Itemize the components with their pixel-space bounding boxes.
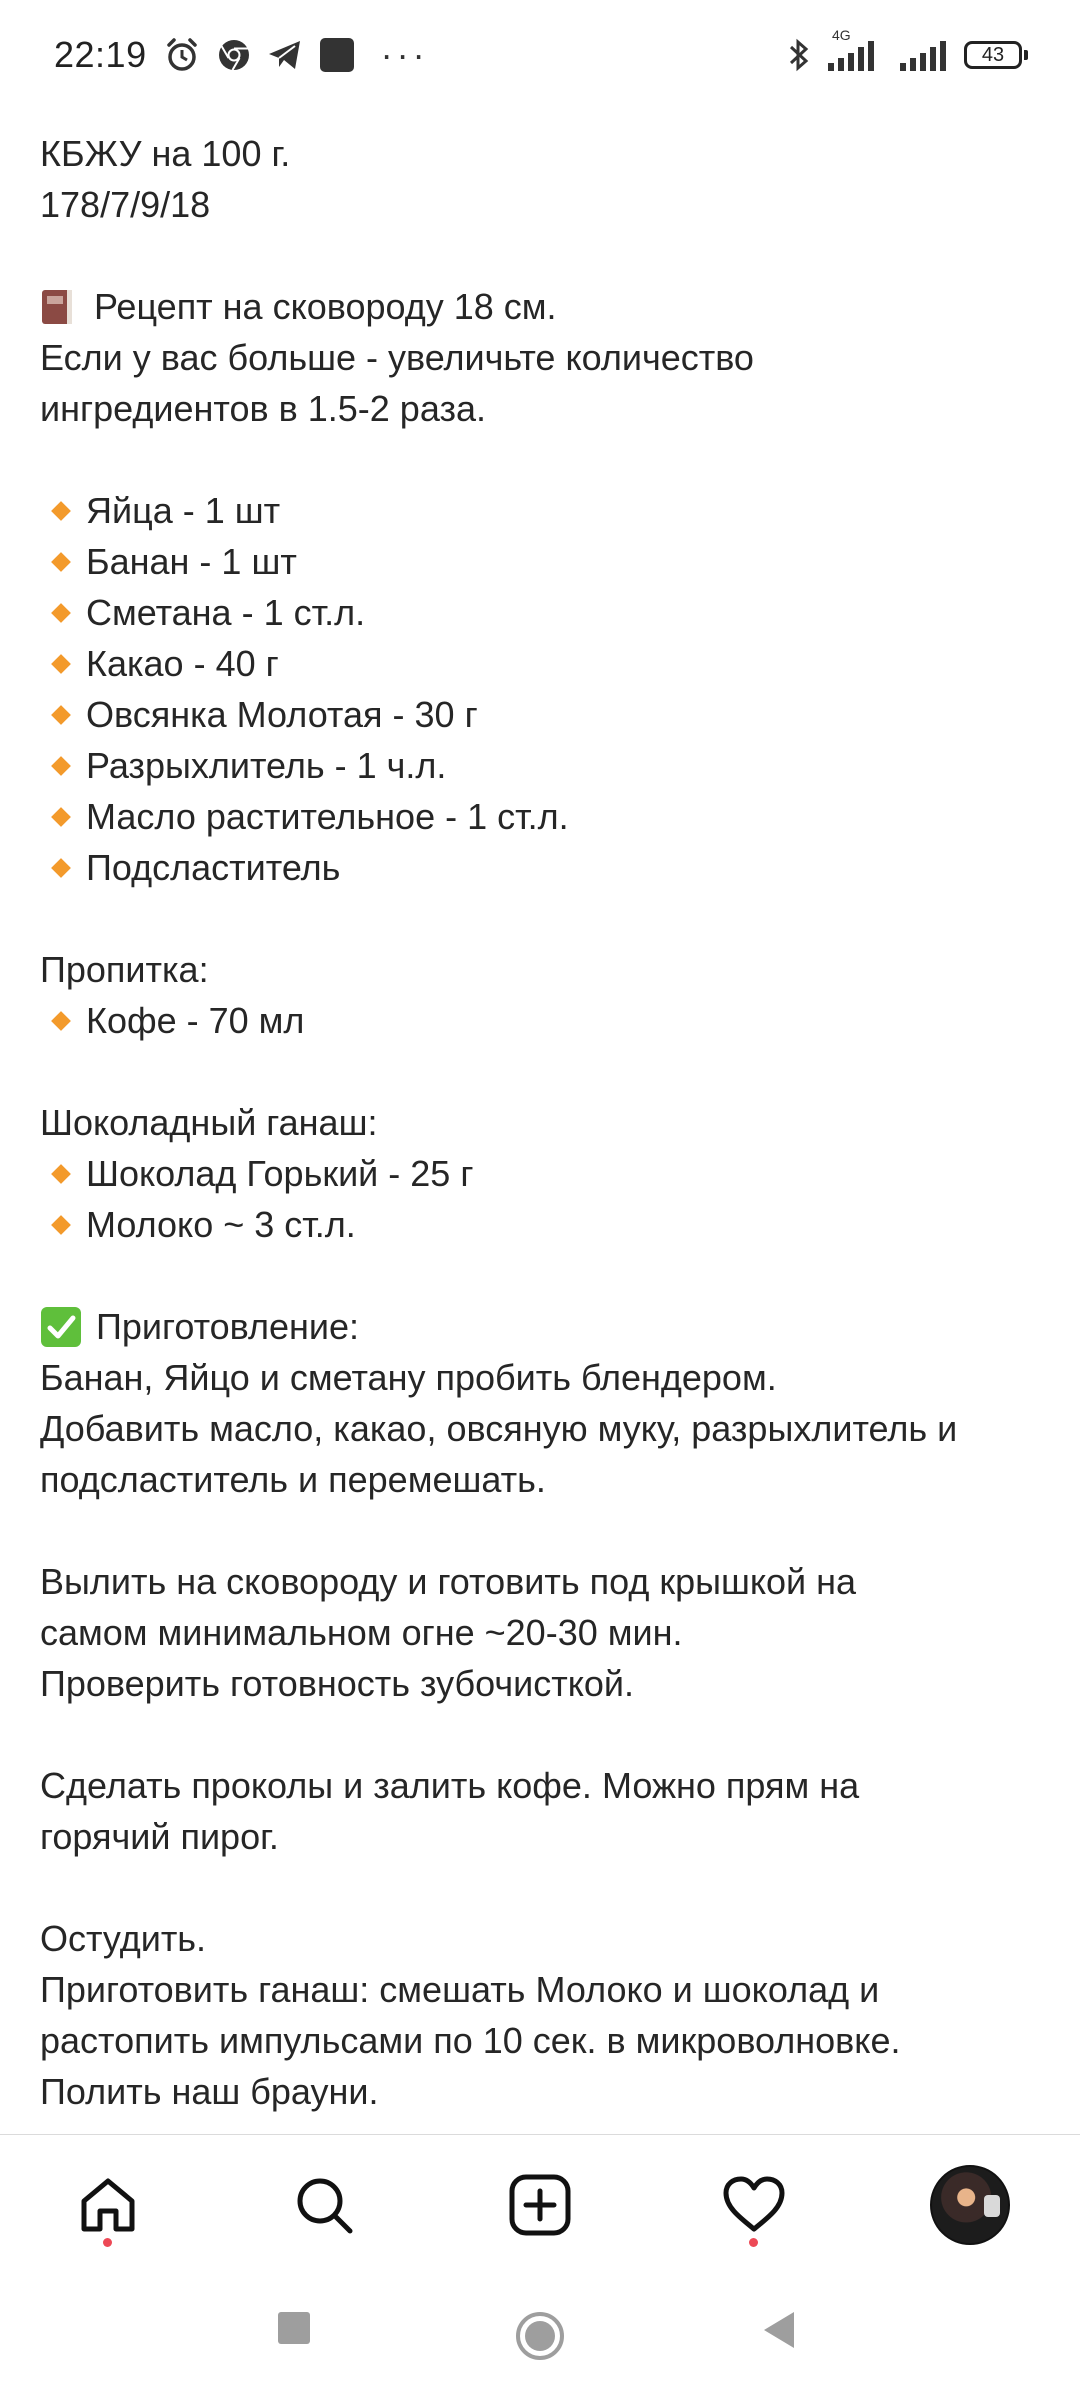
- prep-line: Вылить на сковороду и готовить под крышк…: [40, 1561, 857, 1602]
- bluetooth-icon: [788, 37, 810, 73]
- system-nav-bar: [0, 2270, 1080, 2400]
- recipe-heading-line: Рецепт на сковороду 18 см.: [40, 281, 1050, 332]
- recipe-heading: Рецепт на сковороду 18 см.: [94, 286, 557, 327]
- nav-create-button[interactable]: [500, 2165, 580, 2245]
- prep-heading-line: Приготовление:: [40, 1301, 1050, 1352]
- profile-avatar: [930, 2165, 1010, 2245]
- diamond-bullet-icon: [51, 1214, 71, 1235]
- prep-line: Проверить готовность зубочисткой.: [40, 1663, 634, 1704]
- prep-line: [40, 1709, 1050, 1760]
- battery-icon: 43: [964, 41, 1028, 69]
- nav-home-button[interactable]: [68, 2165, 148, 2245]
- nutrition-title: КБЖУ на 100 г.: [40, 133, 291, 174]
- book-icon: [42, 289, 72, 324]
- prep-line: [40, 1862, 1050, 1913]
- list-item: Сметана - 1 ст.л.: [40, 587, 1050, 638]
- diamond-bullet-icon: [51, 602, 71, 623]
- recipe-note-line-2: ингредиентов в 1.5-2 раза.: [40, 388, 486, 429]
- home-notification-dot: [103, 2238, 112, 2247]
- prep-line: самом минимальном огне ~20-30 мин.: [40, 1612, 683, 1653]
- diamond-bullet-icon: [51, 704, 71, 725]
- prep-line: Сделать проколы и залить кофе. Можно пря…: [40, 1765, 860, 1806]
- list-item: Разрыхлитель - 1 ч.л.: [40, 740, 1050, 791]
- list-item: Какао - 40 г: [40, 638, 1050, 689]
- recents-button[interactable]: [276, 2310, 312, 2346]
- status-right: 4G 43: [788, 27, 1028, 73]
- battery-level: 43: [964, 41, 1022, 69]
- prep-line: Добавить масло, какао, овсяную муку, раз…: [40, 1408, 958, 1449]
- diamond-bullet-icon: [51, 755, 71, 776]
- list-item: Овсянка Молотая - 30 г: [40, 689, 1050, 740]
- recents-square-icon: [278, 2312, 310, 2344]
- list-item: Шоколад Горький - 25 г: [40, 1148, 1050, 1199]
- bottom-nav: [0, 2135, 1080, 2270]
- status-left: 22:19 ···: [54, 34, 429, 76]
- prep-line: [40, 1505, 1050, 1556]
- diamond-bullet-icon: [51, 653, 71, 674]
- nav-search-button[interactable]: [284, 2165, 364, 2245]
- back-button[interactable]: [760, 2310, 798, 2350]
- list-item: Кофе - 70 мл: [40, 995, 1050, 1046]
- chrome-icon: [217, 38, 251, 72]
- home-system-button[interactable]: [514, 2310, 566, 2362]
- diamond-bullet-icon: [51, 857, 71, 878]
- nutrition-values: 178/7/9/18: [40, 184, 211, 225]
- list-item: Банан - 1 шт: [40, 536, 1050, 587]
- signal-icon: [898, 37, 948, 73]
- activity-notification-dot: [749, 2238, 758, 2247]
- prep-line: Приготовить ганаш: смешать Молоко и шоко…: [40, 1969, 880, 2010]
- list-item: Яйца - 1 шт: [40, 485, 1050, 536]
- diamond-bullet-icon: [51, 806, 71, 827]
- status-bar: 22:19 ··· 4G 43: [0, 0, 1080, 110]
- more-notifications-icon: ···: [380, 34, 429, 75]
- prep-line: горячий пирог.: [40, 1816, 279, 1857]
- signal-4g-icon: 4G: [826, 27, 882, 73]
- diamond-bullet-icon: [51, 500, 71, 521]
- prep-line: Остудить.: [40, 1918, 207, 1959]
- prep-line: Полить наш брауни.: [40, 2071, 379, 2112]
- post-caption: КБЖУ на 100 г. 178/7/9/18 Рецепт на сков…: [40, 128, 1050, 2117]
- status-time: 22:19: [54, 34, 147, 75]
- alarm-icon: [163, 36, 201, 74]
- recipe-note-line-1: Если у вас больше - увеличьте количество: [40, 337, 754, 378]
- check-mark-icon: [41, 1306, 81, 1347]
- diamond-bullet-icon: [51, 1163, 71, 1184]
- telegram-icon: [267, 39, 303, 71]
- list-item: Подсластитель: [40, 842, 1050, 893]
- back-triangle-icon: [764, 2312, 794, 2348]
- search-icon: [297, 2178, 353, 2234]
- heart-icon: [723, 2176, 785, 2232]
- prep-line: Банан, Яйцо и сметану пробить блендером.: [40, 1357, 777, 1398]
- prep-line: подсластитель и перемешать.: [40, 1459, 546, 1500]
- nav-profile-button[interactable]: [930, 2165, 1010, 2245]
- soak-heading: Пропитка:: [40, 949, 209, 990]
- list-item: Молоко ~ 3 ст.л.: [40, 1199, 1050, 1250]
- network-type: 4G: [832, 27, 851, 43]
- diamond-bullet-icon: [51, 551, 71, 572]
- home-icon: [81, 2178, 135, 2232]
- create-icon: [509, 2174, 571, 2236]
- prep-line: растопить импульсами по 10 сек. в микров…: [40, 2020, 901, 2061]
- home-circle-icon: [516, 2312, 564, 2360]
- list-item: Масло растительное - 1 ст.л.: [40, 791, 1050, 842]
- nav-activity-button[interactable]: [714, 2165, 794, 2245]
- ganache-heading: Шоколадный ганаш:: [40, 1102, 378, 1143]
- prep-heading: Приготовление:: [96, 1306, 360, 1347]
- app-square-icon: [319, 37, 355, 73]
- diamond-bullet-icon: [51, 1010, 71, 1031]
